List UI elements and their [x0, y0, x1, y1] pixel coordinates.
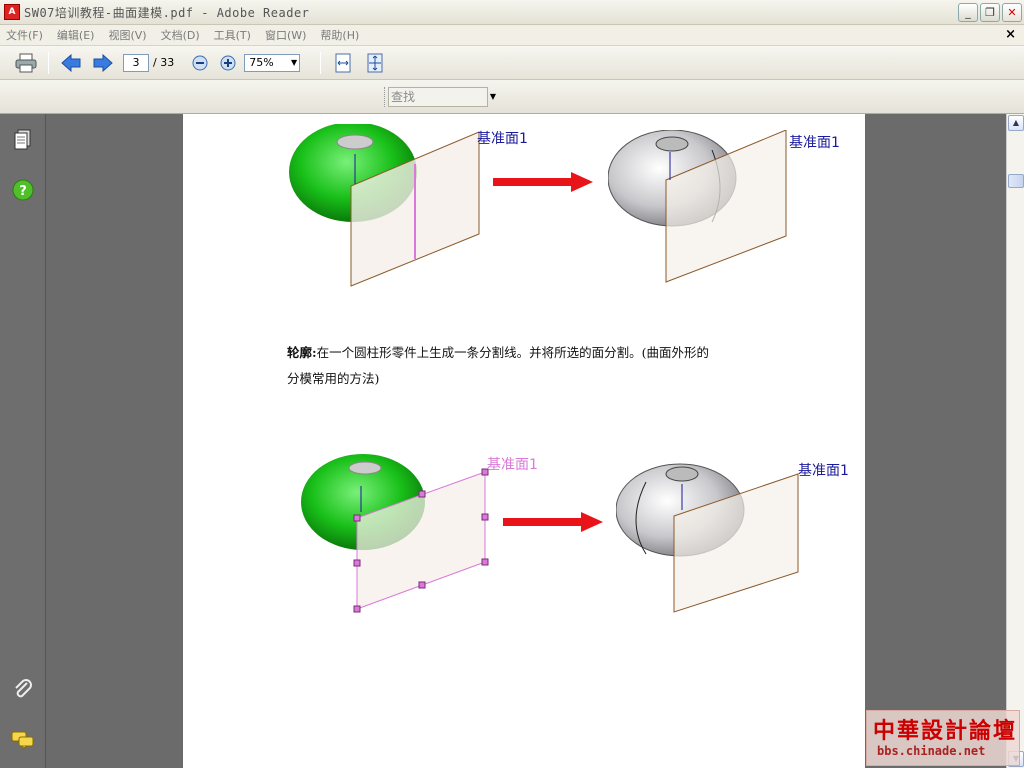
- plane-label-2a: 基准面1: [487, 457, 538, 473]
- zoom-in-icon[interactable]: [216, 51, 240, 75]
- scroll-thumb[interactable]: [1008, 174, 1024, 188]
- fit-page-icon[interactable]: [363, 51, 387, 75]
- toolbar-grip[interactable]: [384, 87, 387, 107]
- page-total: / 33: [153, 56, 175, 69]
- paragraph-line-1: 在一个圆柱形零件上生成一条分割线。并将所选的面分割。(曲面外形的: [316, 345, 710, 360]
- toolbar: 3 / 33 75% ▼: [0, 46, 1024, 80]
- close-document-icon[interactable]: ×: [1005, 27, 1016, 42]
- figure-split-line-after-2: [616, 463, 799, 613]
- zoom-out-icon[interactable]: [188, 51, 212, 75]
- menu-window[interactable]: 窗口(W): [265, 27, 306, 43]
- find-input[interactable]: 查找: [388, 87, 488, 107]
- plane-label-1b: 基准面1: [789, 135, 840, 151]
- pdf-icon: A: [4, 4, 20, 20]
- vertical-scrollbar[interactable]: ▲ ▼: [1006, 114, 1024, 768]
- zoom-value: 75%: [249, 56, 274, 69]
- plane-label-2b: 基准面1: [798, 463, 849, 479]
- next-page-icon[interactable]: [91, 51, 115, 75]
- find-dropdown-icon[interactable]: ▼: [488, 87, 498, 107]
- minimize-button[interactable]: _: [958, 3, 978, 22]
- zoom-select[interactable]: 75% ▼: [244, 53, 301, 72]
- menu-file[interactable]: 文件(F): [6, 27, 43, 43]
- attachment-icon[interactable]: [11, 678, 35, 702]
- page-number-input[interactable]: 3: [123, 53, 149, 72]
- red-arrow-icon: [503, 512, 603, 532]
- previous-page-icon[interactable]: [59, 51, 83, 75]
- comments-icon[interactable]: [11, 728, 35, 752]
- restore-button[interactable]: ❐: [980, 3, 1000, 22]
- close-button[interactable]: ✕: [1002, 3, 1022, 22]
- document-viewport: 基准面1 基准面1 轮廓:在一个圆柱形零件上生成一条分割线。并将所选的面分割。(…: [46, 114, 1006, 768]
- watermark-url: bbs.chinade.net: [877, 744, 986, 758]
- menu-bar: 文件(F) 编辑(E) 视图(V) 文档(D) 工具(T) 窗口(W) 帮助(H…: [0, 25, 1024, 46]
- description-paragraph: 轮廓:在一个圆柱形零件上生成一条分割线。并将所选的面分割。(曲面外形的 分模常用…: [287, 340, 777, 392]
- pdf-page: 基准面1 基准面1 轮廓:在一个圆柱形零件上生成一条分割线。并将所选的面分割。(…: [183, 114, 865, 768]
- help-icon[interactable]: ?: [11, 178, 35, 202]
- navigation-pane: ?: [0, 114, 46, 768]
- pages-icon[interactable]: [11, 128, 35, 152]
- menu-document[interactable]: 文档(D): [161, 27, 200, 43]
- menu-view[interactable]: 视图(V): [108, 27, 146, 43]
- chevron-down-icon: ▼: [291, 58, 298, 67]
- scroll-up-icon[interactable]: ▲: [1008, 115, 1024, 131]
- figure-split-line-before-2: [301, 454, 489, 613]
- window-title: SW07培训教程-曲面建模.pdf - Adobe Reader: [24, 5, 310, 20]
- figure-split-line-after-1: [608, 130, 787, 283]
- watermark-title: 中華設計論壇: [873, 718, 1018, 744]
- paragraph-heading: 轮廓:: [287, 345, 317, 360]
- print-icon[interactable]: [14, 51, 38, 75]
- red-arrow-icon: [493, 172, 593, 192]
- menu-tools[interactable]: 工具(T): [214, 27, 251, 43]
- figure-split-line-before-1: [289, 124, 480, 287]
- fit-width-icon[interactable]: [331, 51, 355, 75]
- svg-text:?: ?: [19, 184, 27, 199]
- menu-edit[interactable]: 编辑(E): [57, 27, 95, 43]
- title-bar: A SW07培训教程-曲面建模.pdf - Adobe Reader _ ❐ ✕: [0, 0, 1024, 25]
- watermark-logo: 中華設計論壇 bbs.chinade.net: [866, 710, 1020, 766]
- paragraph-line-2: 分模常用的方法): [287, 371, 380, 386]
- plane-label-1a: 基准面1: [477, 131, 528, 147]
- find-toolbar: 查找 ▼: [0, 80, 1024, 114]
- menu-help[interactable]: 帮助(H): [320, 27, 359, 43]
